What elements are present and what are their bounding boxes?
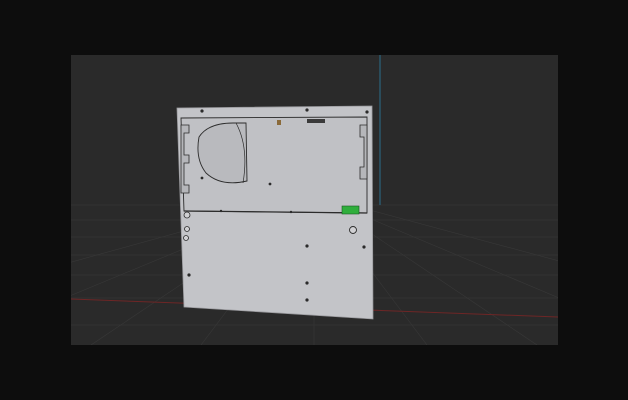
left-standoff [184, 226, 190, 232]
top-connector [307, 119, 325, 123]
top-component [277, 120, 281, 125]
left-standoff [183, 211, 191, 219]
green-connector-icon [341, 205, 360, 215]
left-standoff [183, 235, 189, 241]
panel-model[interactable] [176, 105, 374, 320]
viewport-scene[interactable] [71, 55, 558, 345]
3d-viewport[interactable] [71, 55, 558, 345]
right-standoff [349, 226, 357, 234]
